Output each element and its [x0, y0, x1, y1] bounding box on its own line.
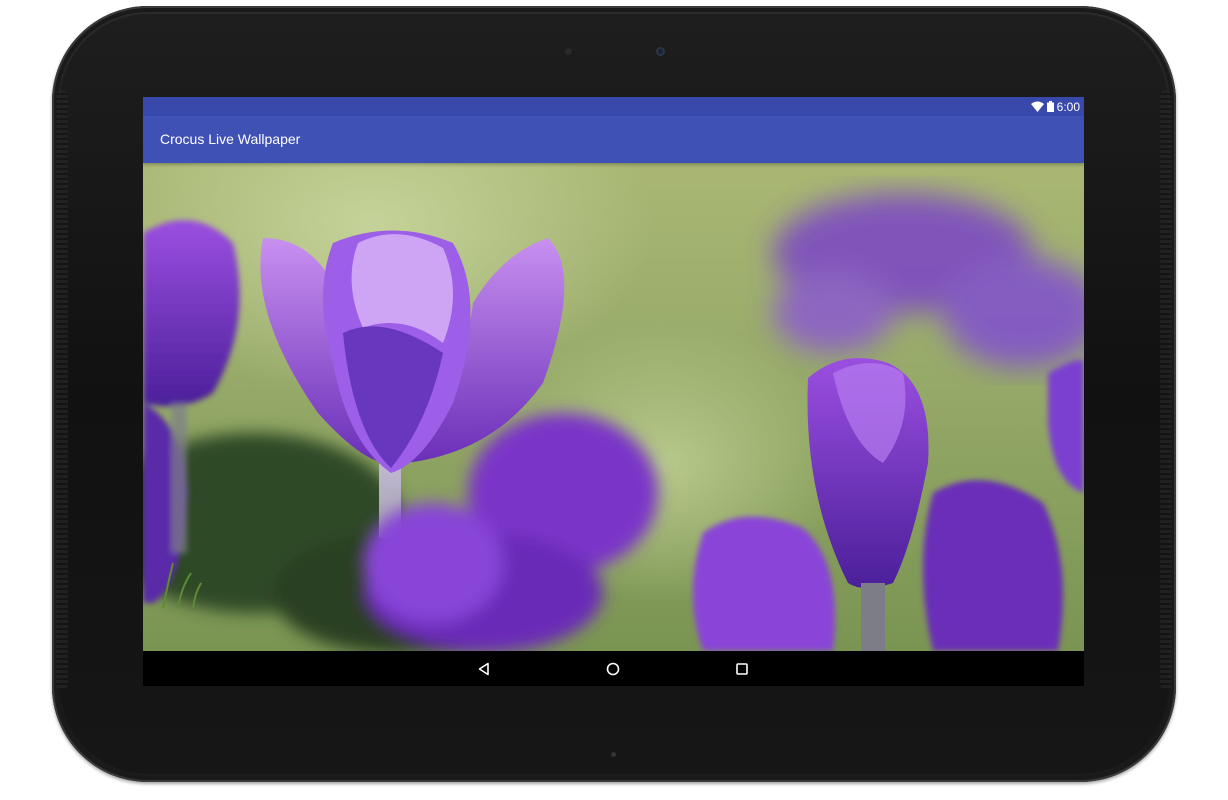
speaker-grille-right: [1160, 90, 1172, 690]
light-sensor: [565, 48, 572, 55]
speaker-grille-left: [56, 90, 68, 690]
status-bar: 6:00: [143, 97, 1084, 116]
crocus-wallpaper-image: [143, 163, 1084, 651]
wifi-icon: [1030, 101, 1044, 112]
battery-icon: [1046, 101, 1054, 112]
app-title: Crocus Live Wallpaper: [160, 131, 301, 147]
device-screen: 6:00 Crocus Live Wallpaper: [143, 97, 1084, 686]
navigation-bar: [143, 651, 1084, 686]
device-indicator-dot: [611, 752, 616, 757]
front-camera: [656, 47, 665, 56]
home-icon[interactable]: [603, 659, 623, 679]
recents-icon[interactable]: [732, 659, 752, 679]
back-icon[interactable]: [474, 659, 494, 679]
status-time: 6:00: [1056, 99, 1080, 114]
app-bar: Crocus Live Wallpaper: [143, 116, 1084, 163]
crocus-flowers-illustration: [143, 193, 1084, 651]
